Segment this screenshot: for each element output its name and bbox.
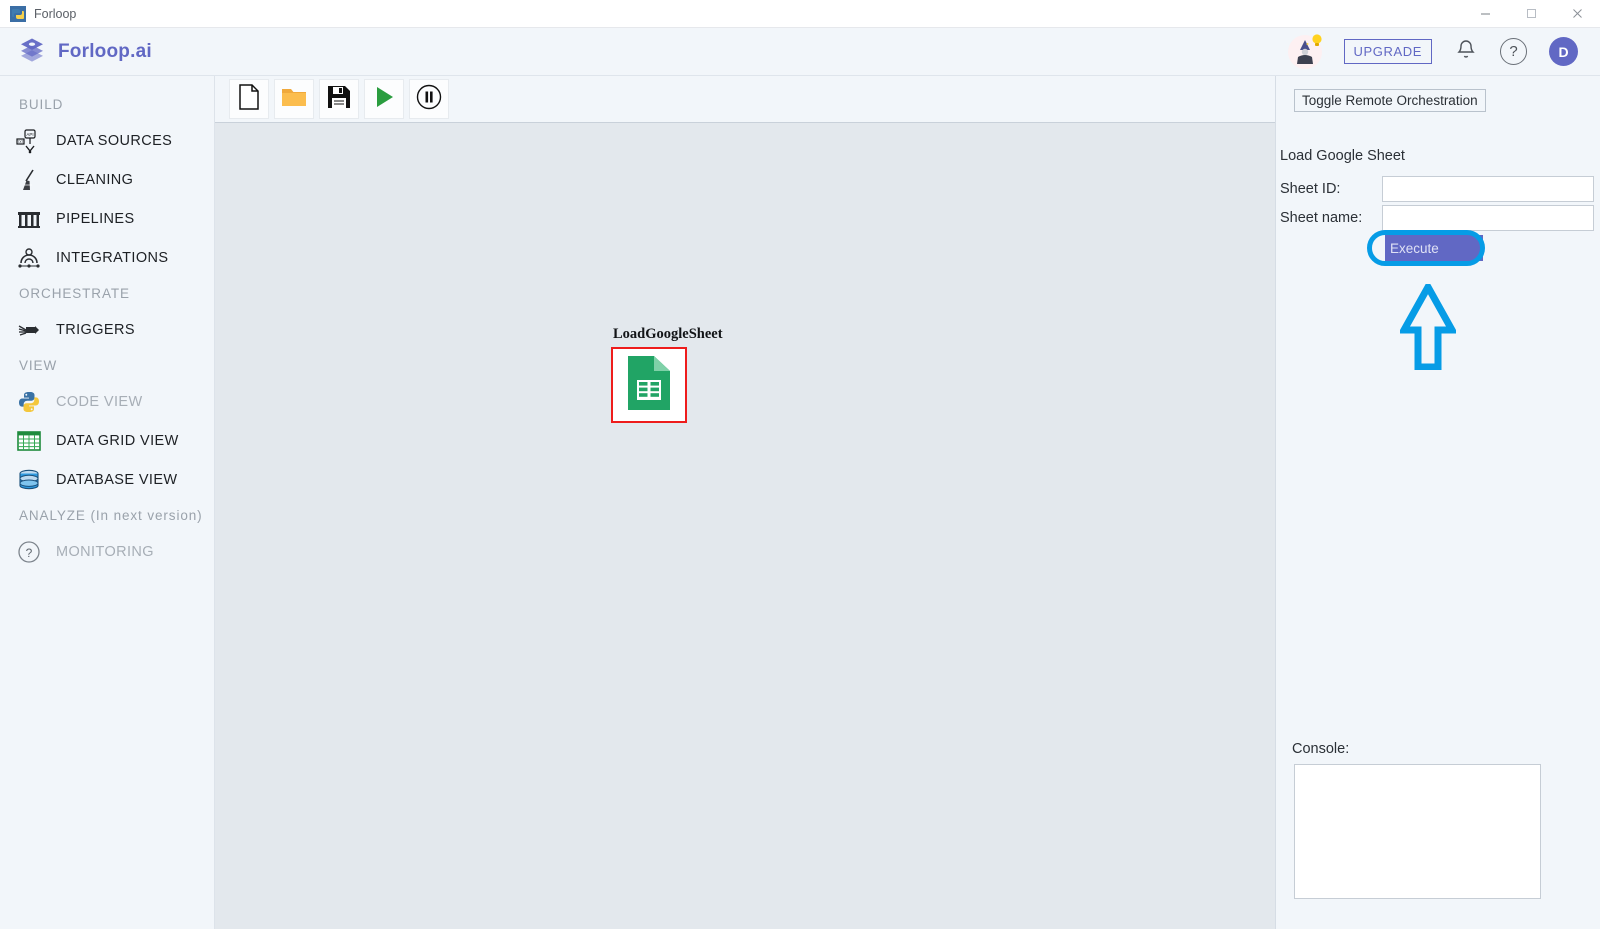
play-triangle-icon xyxy=(372,85,396,114)
close-button[interactable] xyxy=(1554,0,1600,28)
sidebar: BUILD API TXT DATA SOURCES CLEANING PIPE… xyxy=(0,76,215,929)
svg-text:TXT: TXT xyxy=(17,140,23,144)
run-button[interactable] xyxy=(364,79,404,119)
pause-button[interactable] xyxy=(409,79,449,119)
upgrade-button[interactable]: UPGRADE xyxy=(1343,39,1432,64)
maximize-button[interactable] xyxy=(1508,0,1554,28)
wizard-hint-button[interactable] xyxy=(1287,33,1322,69)
execute-button[interactable]: Execute xyxy=(1385,235,1483,261)
broom-icon xyxy=(14,165,44,195)
sidebar-item-database-view[interactable]: DATABASE VIEW xyxy=(0,460,214,499)
sidebar-item-data-sources[interactable]: API TXT DATA SOURCES xyxy=(0,121,214,160)
pause-circle-icon xyxy=(416,84,442,115)
minimize-button[interactable] xyxy=(1462,0,1508,28)
sidebar-item-label: DATABASE VIEW xyxy=(56,471,178,488)
sidebar-item-triggers[interactable]: TRIGGERS xyxy=(0,310,214,349)
pipeline-canvas[interactable]: LoadGoogleSheet xyxy=(215,123,1275,929)
new-file-button[interactable] xyxy=(229,79,269,119)
open-file-button[interactable] xyxy=(274,79,314,119)
python-icon xyxy=(14,387,44,417)
window-controls xyxy=(1462,0,1600,28)
sidebar-item-label: MONITORING xyxy=(56,543,154,560)
sidebar-item-label: CLEANING xyxy=(56,171,134,188)
sidebar-item-pipelines[interactable]: PIPELINES xyxy=(0,199,214,238)
save-floppy-icon xyxy=(327,85,351,114)
avatar[interactable]: D xyxy=(1549,37,1578,66)
app-header: Forloop.ai UPGRADE ? D xyxy=(0,28,1600,76)
sheet-id-label: Sheet ID: xyxy=(1280,181,1341,197)
svg-text:?: ? xyxy=(26,546,33,560)
question-mark-icon[interactable]: ? xyxy=(1500,38,1527,65)
sidebar-section-analyze: ANALYZE (In next version) xyxy=(19,508,203,523)
sidebar-item-label: PIPELINES xyxy=(56,210,135,227)
console-output[interactable] xyxy=(1294,764,1541,899)
node-label: LoadGoogleSheet xyxy=(613,326,723,342)
pipelines-icon xyxy=(14,204,44,234)
sidebar-item-label: DATA GRID VIEW xyxy=(56,432,179,449)
sheet-id-row: Sheet ID: xyxy=(1280,176,1600,202)
window-titlebar: Forloop xyxy=(0,0,1600,28)
sidebar-section-build: BUILD xyxy=(19,97,64,112)
sidebar-item-label: CODE VIEW xyxy=(56,393,143,410)
sidebar-item-code-view[interactable]: CODE VIEW xyxy=(0,382,214,421)
node-load-google-sheet[interactable] xyxy=(611,347,687,423)
sidebar-item-label: DATA SOURCES xyxy=(56,132,173,149)
sidebar-section-orchestrate: ORCHESTRATE xyxy=(19,286,130,301)
brand[interactable]: Forloop.ai xyxy=(18,35,152,68)
google-sheets-icon xyxy=(624,354,674,417)
header-actions: UPGRADE ? D xyxy=(1287,33,1578,69)
sidebar-section-view: VIEW xyxy=(19,358,58,373)
lightbulb-icon xyxy=(1311,33,1322,46)
right-panel: Toggle Remote Orchestration Load Google … xyxy=(1275,76,1600,929)
sheet-name-row: Sheet name: xyxy=(1280,205,1600,231)
grid-icon xyxy=(14,426,44,456)
form-title: Load Google Sheet xyxy=(1280,148,1405,164)
forloop-hexagon-logo xyxy=(18,35,46,68)
sidebar-item-label: INTEGRATIONS xyxy=(56,249,169,266)
new-file-icon xyxy=(237,83,261,115)
data-sources-icon: API TXT xyxy=(14,126,44,156)
sheet-name-label: Sheet name: xyxy=(1280,210,1363,226)
bell-icon[interactable] xyxy=(1454,37,1478,66)
brand-text: Forloop.ai xyxy=(58,40,152,62)
sidebar-item-label: TRIGGERS xyxy=(56,321,135,338)
toggle-remote-orchestration-button[interactable]: Toggle Remote Orchestration xyxy=(1294,89,1486,112)
window-title: Forloop xyxy=(34,6,77,21)
svg-text:API: API xyxy=(26,132,33,137)
database-icon xyxy=(14,465,44,495)
canvas-toolbar xyxy=(215,76,1275,123)
sidebar-item-data-grid-view[interactable]: DATA GRID VIEW xyxy=(0,421,214,460)
forloop-python-icon xyxy=(10,5,26,22)
sidebar-item-cleaning[interactable]: CLEANING xyxy=(0,160,214,199)
question-circle-icon: ? xyxy=(14,537,44,567)
console-label: Console: xyxy=(1292,741,1350,757)
sidebar-item-monitoring[interactable]: ? MONITORING xyxy=(0,532,214,571)
sidebar-item-integrations[interactable]: INTEGRATIONS xyxy=(0,238,214,277)
integrations-icon xyxy=(14,243,44,273)
triggers-icon xyxy=(14,315,44,345)
save-button[interactable] xyxy=(319,79,359,119)
open-folder-icon xyxy=(281,85,307,114)
sheet-id-input[interactable] xyxy=(1382,176,1594,202)
sheet-name-input[interactable] xyxy=(1382,205,1594,231)
